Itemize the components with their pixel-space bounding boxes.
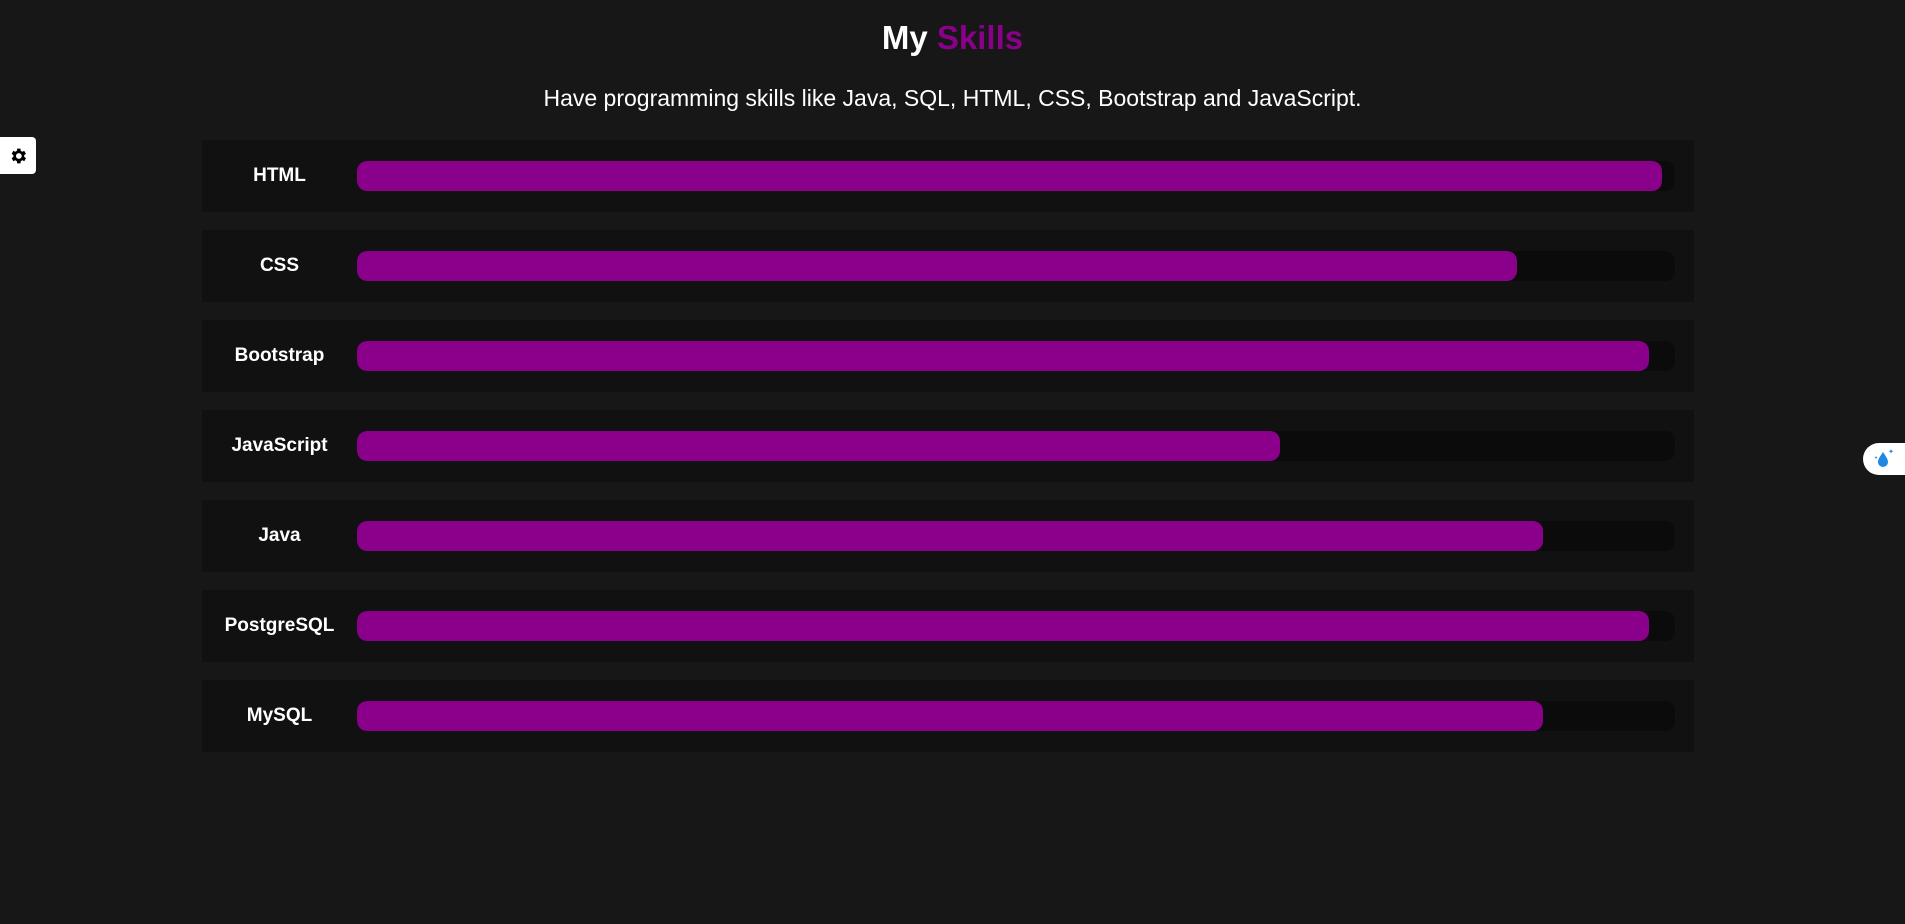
settings-button[interactable] bbox=[0, 137, 36, 174]
skill-bar-fill bbox=[357, 521, 1544, 551]
skill-bar-track bbox=[357, 341, 1675, 371]
skill-bar-track bbox=[357, 521, 1675, 551]
skill-label: CSS bbox=[259, 255, 300, 276]
skill-bar-track bbox=[357, 701, 1675, 731]
water-drop-icon bbox=[1874, 449, 1894, 467]
skill-row-css: CSS bbox=[202, 230, 1694, 302]
skill-row-html: HTML bbox=[202, 140, 1694, 212]
skill-bar-track bbox=[357, 251, 1675, 281]
gear-icon bbox=[11, 148, 26, 163]
skill-row-mysql: MySQL bbox=[202, 680, 1694, 752]
page-subtitle: Have programming skills like Java, SQL, … bbox=[543, 85, 1362, 111]
skill-label: Bootstrap bbox=[234, 345, 325, 366]
skills-list: HTML CSS Bootstrap JavaScript Java Postg… bbox=[202, 140, 1694, 770]
skill-row-bootstrap: Bootstrap bbox=[202, 320, 1694, 392]
widget-button[interactable] bbox=[1863, 443, 1905, 475]
skill-bar-track bbox=[357, 431, 1675, 461]
skill-label: Java bbox=[258, 525, 301, 546]
skill-row-javascript: JavaScript bbox=[202, 410, 1694, 482]
skill-bar-fill bbox=[357, 251, 1517, 281]
page-title: My Skills bbox=[0, 18, 1905, 58]
title-skills: Skills bbox=[936, 19, 1024, 56]
skill-row-postgresql: PostgreSQL bbox=[202, 590, 1694, 662]
skill-bar-track bbox=[357, 161, 1675, 191]
skill-label: HTML bbox=[253, 165, 306, 186]
skill-label: MySQL bbox=[246, 705, 313, 726]
skill-bar-fill bbox=[357, 341, 1649, 371]
skill-bar-track bbox=[357, 611, 1675, 641]
skill-label: PostgreSQL bbox=[224, 615, 335, 636]
skill-bar-fill bbox=[357, 611, 1649, 641]
skill-label: JavaScript bbox=[231, 435, 328, 456]
title-my: My bbox=[881, 19, 928, 56]
skill-bar-fill bbox=[357, 161, 1662, 191]
skill-bar-fill bbox=[357, 701, 1544, 731]
skill-row-java: Java bbox=[202, 500, 1694, 572]
skill-bar-fill bbox=[357, 431, 1280, 461]
